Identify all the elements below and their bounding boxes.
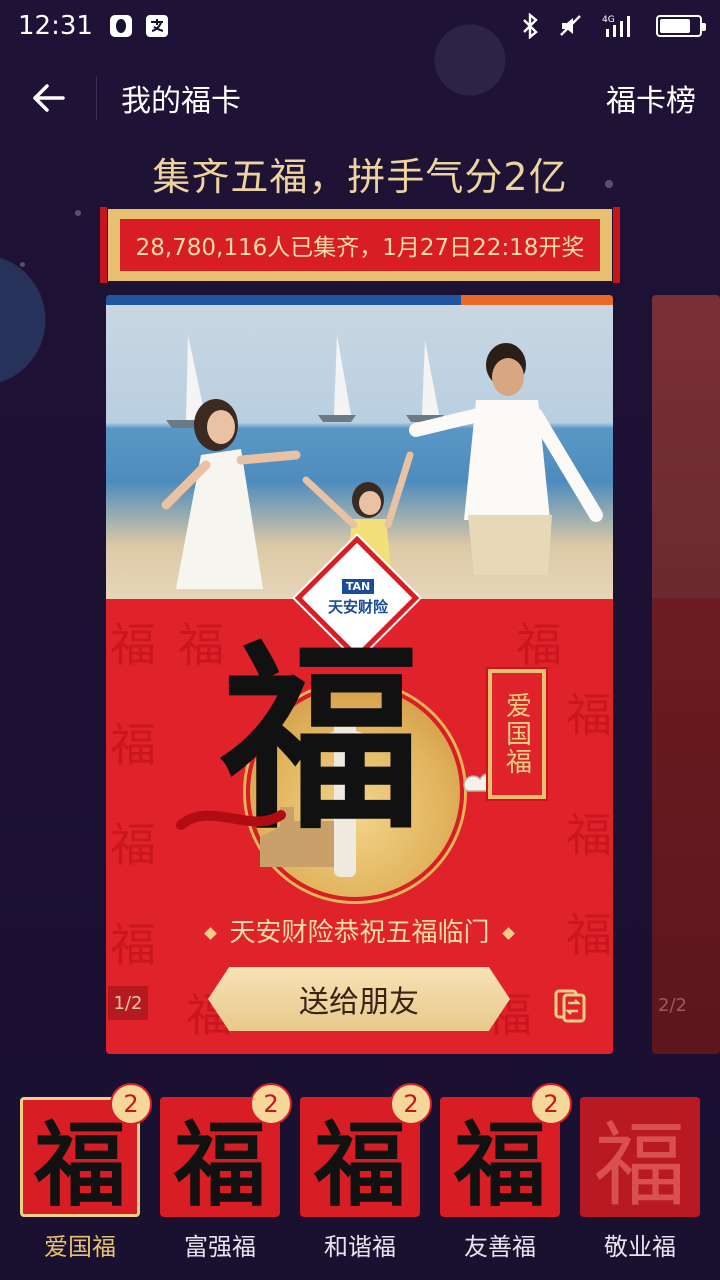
sponsor-logo-mark: TAN xyxy=(341,579,375,594)
blessing-label: 天安财险恭祝五福临门 xyxy=(229,918,490,948)
tab-hexiefu[interactable]: 福 2 和谐福 xyxy=(300,1080,432,1270)
scroll-rod-right xyxy=(613,207,620,283)
card-type-tag: 爱国福 xyxy=(486,667,548,801)
card-type-label: 爱国福 xyxy=(501,692,532,776)
signal-icon: 4G xyxy=(602,13,638,39)
count-badge: 2 xyxy=(530,1083,572,1125)
tab-youshanfu[interactable]: 福 2 友善福 xyxy=(440,1080,572,1270)
tab-label: 敬业福 xyxy=(604,1233,676,1261)
page-title: 我的福卡 xyxy=(121,84,241,119)
bluetooth-icon xyxy=(520,13,540,39)
send-to-friend-button[interactable]: 送给朋友 xyxy=(208,967,510,1031)
alipay-icon xyxy=(145,14,169,38)
next-card-pager: 2/2 xyxy=(658,995,687,1016)
ranking-link[interactable]: 福卡榜 xyxy=(606,76,696,120)
count-badge: 2 xyxy=(390,1083,432,1125)
battery-icon xyxy=(656,15,706,37)
tab-aiguofu[interactable]: 福 2 爱国福 xyxy=(20,1080,152,1270)
scroll-paper: 28,780,116人已集齐，1月27日22:18开奖 xyxy=(108,209,612,281)
sponsor-logo: TAN 天安财险 xyxy=(318,575,398,617)
tab-fuqiangfu[interactable]: 福 2 富强福 xyxy=(160,1080,292,1270)
switch-card-button[interactable] xyxy=(550,985,590,1025)
tab-jingyefu[interactable]: 福 敬业福 xyxy=(580,1080,700,1270)
banner-text: 28,780,116人已集齐，1月27日22:18开奖 xyxy=(120,219,600,271)
blessing-text: 天安财险恭祝五福临门 xyxy=(106,912,613,949)
scroll-rod-left xyxy=(100,207,107,283)
swap-icon xyxy=(554,989,586,1023)
svg-text:4G: 4G xyxy=(602,15,615,25)
tab-label: 爱国福 xyxy=(44,1233,116,1261)
tab-card-thumb-placeholder: 福 xyxy=(580,1097,700,1219)
card-top-strip xyxy=(106,295,613,305)
back-arrow-icon xyxy=(33,84,65,112)
back-button[interactable] xyxy=(0,60,96,136)
diamond-bullet-icon xyxy=(501,927,515,940)
tab-label: 富强福 xyxy=(184,1233,256,1261)
count-badge: 2 xyxy=(110,1083,152,1125)
campaign-headline: 集齐五福，拼手气分2亿 xyxy=(152,155,568,199)
decor-dot xyxy=(20,262,25,267)
ribbon-icon xyxy=(176,810,286,830)
nav-bar: 我的福卡 福卡榜 xyxy=(0,60,720,136)
sponsor-name: 天安财险 xyxy=(327,598,388,616)
fu-card-tabs: 福 2 爱国福 福 2 富强福 福 2 和谐福 福 2 友善福 福 敬业福 xyxy=(0,1080,720,1270)
progress-banner: 28,780,116人已集齐，1月27日22:18开奖 xyxy=(100,207,620,283)
qq-icon xyxy=(109,14,133,38)
decor-dot xyxy=(75,210,81,216)
tab-label: 友善福 xyxy=(464,1233,536,1261)
status-time: 12:31 xyxy=(18,11,93,41)
next-card-peek[interactable]: 2/2 xyxy=(652,295,720,1054)
fu-card[interactable]: 福 福 福 福 福 福 福 福 福 福 福 TAN 天安财险 福 爱国福 天安财… xyxy=(106,295,613,1054)
card-pager: 1/2 xyxy=(108,986,148,1020)
mute-icon xyxy=(558,13,584,39)
tab-label: 和谐福 xyxy=(324,1233,396,1261)
status-bar: 12:31 4G xyxy=(0,0,720,52)
diamond-bullet-icon xyxy=(204,927,218,940)
man-figure xyxy=(409,343,603,575)
nav-divider xyxy=(96,76,97,120)
send-to-friend-label: 送给朋友 xyxy=(299,985,419,1020)
count-badge: 2 xyxy=(250,1083,292,1125)
